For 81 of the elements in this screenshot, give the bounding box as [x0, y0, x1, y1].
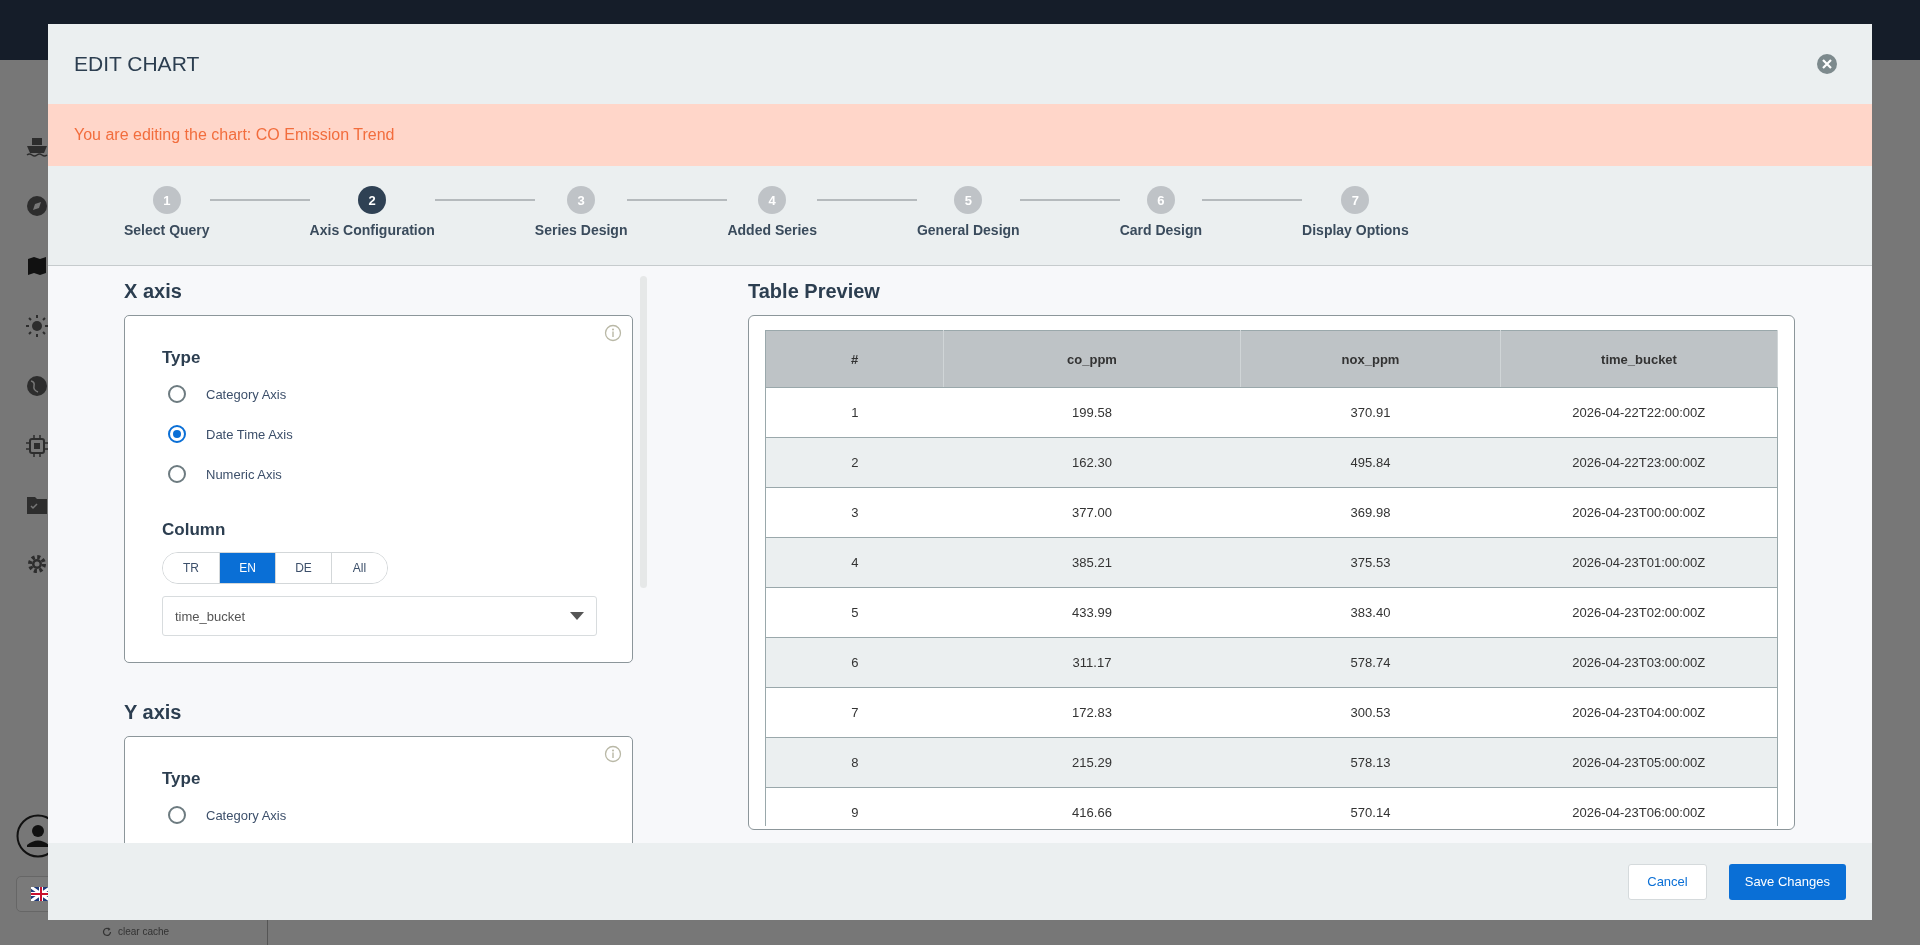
- table-cell: 2026-04-22T23:00:00Z: [1500, 437, 1778, 488]
- field-label: Type: [162, 348, 202, 368]
- table-cell: 2026-04-22T22:00:00Z: [1500, 387, 1778, 438]
- table-cell: 370.91: [1240, 387, 1501, 438]
- table-cell: 162.30: [943, 437, 1241, 488]
- radio-option[interactable]: Category Axis: [162, 374, 293, 414]
- column-header[interactable]: nox_ppm: [1240, 330, 1501, 388]
- wizard-step[interactable]: 3 Series Design: [534, 186, 628, 238]
- cancel-button[interactable]: Cancel: [1628, 863, 1707, 900]
- table-cell: 300.53: [1240, 687, 1501, 738]
- table-cell: 2026-04-23T05:00:00Z: [1500, 737, 1778, 788]
- radio-option[interactable]: Category Axis: [162, 795, 293, 835]
- table-cell: 578.74: [1240, 637, 1501, 688]
- table-cell: 215.29: [943, 737, 1241, 788]
- info-icon[interactable]: [604, 745, 622, 763]
- table-cell: 8: [765, 737, 944, 788]
- radio-button[interactable]: [168, 425, 186, 443]
- section-heading: Table Preview: [748, 280, 881, 303]
- wizard-step[interactable]: 1 Select Query: [124, 186, 210, 238]
- table-cell: 2026-04-23T04:00:00Z: [1500, 687, 1778, 738]
- globe-icon[interactable]: [26, 375, 48, 397]
- ship-icon[interactable]: [26, 135, 48, 157]
- table-cell: 3: [765, 487, 944, 538]
- section-heading: Y axis: [124, 701, 183, 724]
- table-cell: 385.21: [943, 537, 1241, 588]
- radio-option[interactable]: Date Time Axis: [162, 414, 299, 454]
- table-cell: 172.83: [943, 687, 1241, 738]
- table-cell: 199.58: [943, 387, 1241, 438]
- field-label: Type: [162, 769, 202, 789]
- table-cell: 578.13: [1240, 737, 1501, 788]
- table-cell: 416.66: [943, 787, 1241, 826]
- table-cell: 5: [765, 587, 944, 638]
- table-cell: 2: [765, 437, 944, 488]
- table-cell: 375.53: [1240, 537, 1501, 588]
- wizard-step[interactable]: 5 General Design: [916, 186, 1020, 238]
- save-changes-button[interactable]: Save Changes: [1728, 863, 1846, 900]
- wizard-step[interactable]: 4 Added Series: [727, 186, 817, 238]
- radio-button[interactable]: [168, 465, 186, 483]
- language-option[interactable]: All: [331, 553, 387, 583]
- folder-icon[interactable]: [26, 495, 48, 515]
- info-icon[interactable]: [604, 324, 622, 342]
- sun-icon[interactable]: [26, 315, 48, 337]
- table-cell: 2026-04-23T03:00:00Z: [1500, 637, 1778, 688]
- table-cell: 433.99: [943, 587, 1241, 638]
- dialog-title: EDIT CHART: [74, 52, 200, 76]
- radio-option[interactable]: Numeric Axis: [162, 454, 288, 494]
- table-cell: 7: [765, 687, 944, 738]
- map-icon[interactable]: [26, 255, 48, 277]
- radio-button[interactable]: [168, 385, 186, 403]
- caret-icon: [570, 612, 584, 620]
- editing-notice: You are editing the chart: CO Emission Trend: [48, 104, 1872, 166]
- refresh-icon[interactable]: [102, 926, 112, 937]
- table-cell: 4: [765, 537, 944, 588]
- column-dropdown[interactable]: time_bucket: [162, 596, 597, 636]
- section-heading: X axis: [124, 280, 183, 303]
- wizard-step[interactable]: 6 Card Design: [1119, 186, 1203, 238]
- wizard-step[interactable]: 2 Axis Configuration: [309, 186, 435, 238]
- chip-icon[interactable]: [26, 435, 48, 457]
- table-cell: 495.84: [1240, 437, 1501, 488]
- table-cell: 369.98: [1240, 487, 1501, 538]
- column-header[interactable]: time_bucket: [1500, 330, 1778, 388]
- table-cell: 377.00: [943, 487, 1241, 538]
- field-label: Column: [162, 520, 227, 540]
- language-option[interactable]: EN: [219, 553, 275, 583]
- compass-icon[interactable]: [26, 195, 48, 217]
- table-cell: 2026-04-23T01:00:00Z: [1500, 537, 1778, 588]
- table-cell: 2026-04-23T00:00:00Z: [1500, 487, 1778, 538]
- close-icon: [1816, 53, 1838, 75]
- table-cell: 6: [765, 637, 944, 688]
- table-cell: 570.14: [1240, 787, 1501, 826]
- table-cell: 2026-04-23T02:00:00Z: [1500, 587, 1778, 638]
- flag-icon: [31, 887, 51, 901]
- close-button[interactable]: [1816, 53, 1838, 75]
- wizard-step[interactable]: 7 Display Options: [1302, 186, 1409, 238]
- table-cell: 1: [765, 387, 944, 438]
- column-header[interactable]: #: [765, 330, 944, 388]
- radio-button[interactable]: [168, 806, 186, 824]
- gear-icon[interactable]: [26, 553, 48, 575]
- table-cell: 311.17: [943, 637, 1241, 688]
- table-cell: 383.40: [1240, 587, 1501, 638]
- column-header[interactable]: co_ppm: [943, 330, 1241, 388]
